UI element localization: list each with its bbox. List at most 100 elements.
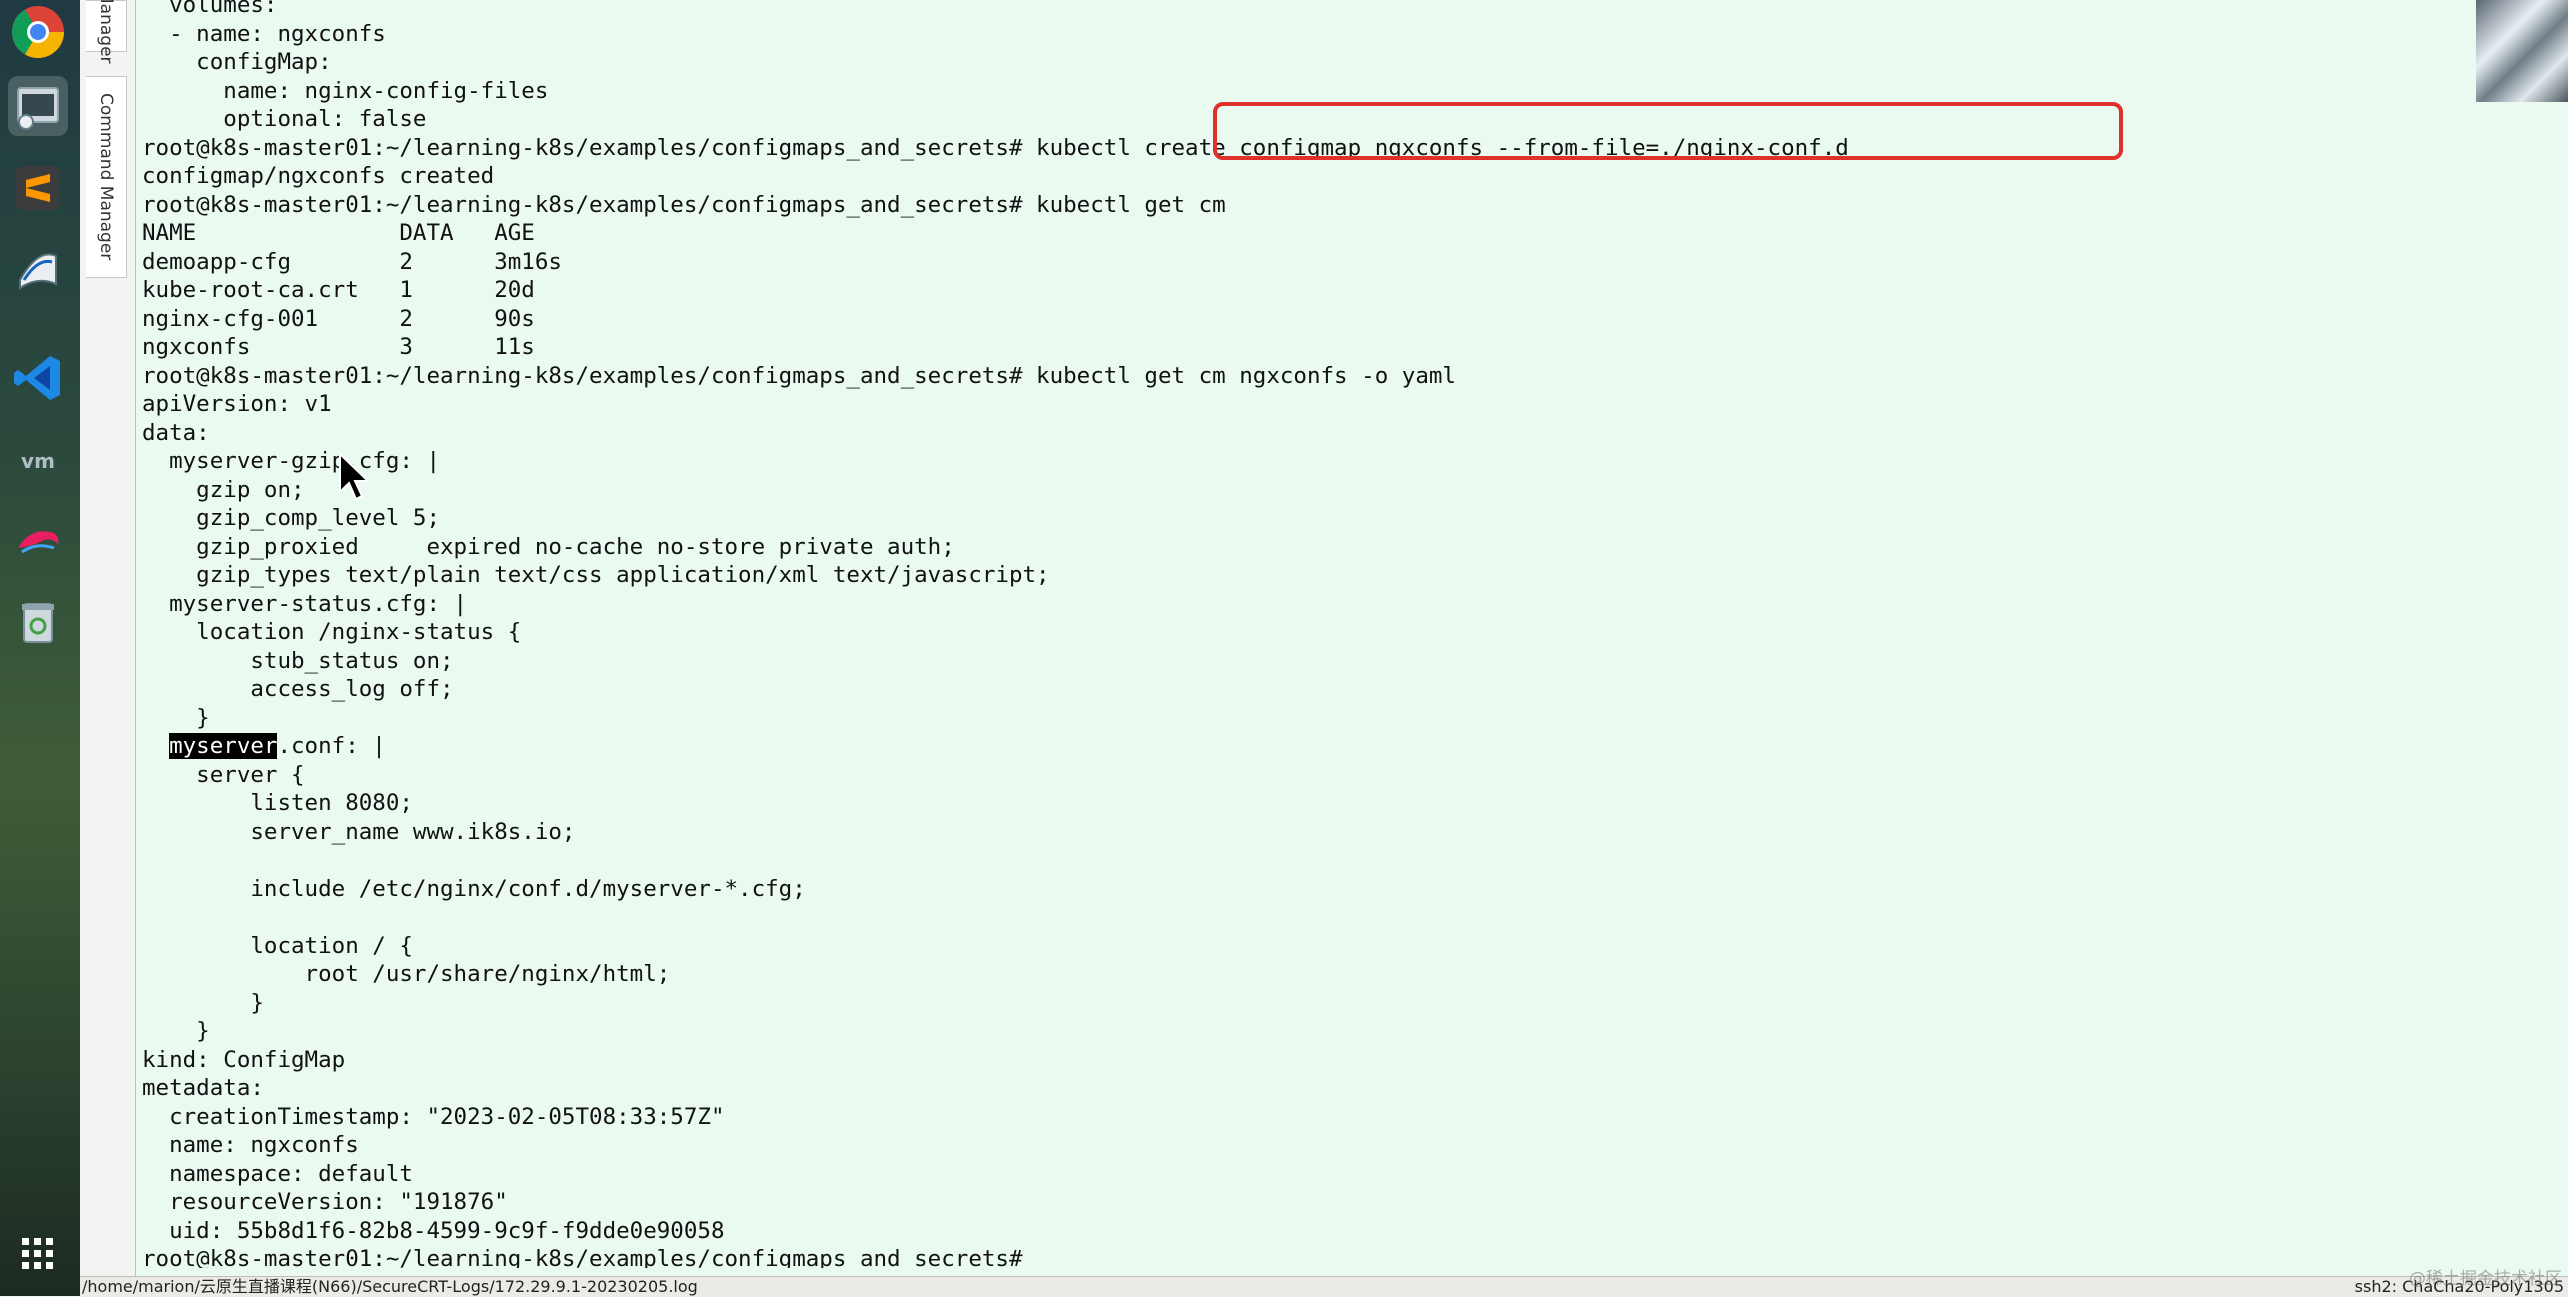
terminal-line-text: demoapp-cfg 2 3m16s	[142, 248, 562, 275]
terminal-line-text: name: ngxconfs	[142, 1132, 359, 1158]
terminal-line-text: server_name www.ik8s.io;	[142, 818, 576, 845]
terminal-line: root@k8s-master01:~/learning-k8s/example…	[142, 191, 1226, 220]
terminal-line: ngxconfs 3 11s	[142, 333, 535, 362]
tab-session-manager-label: Manager	[96, 0, 116, 64]
terminal-line: resourceVersion: "191876"	[142, 1188, 508, 1217]
mouse-cursor-icon	[339, 452, 371, 501]
terminal-line: stub_status on;	[142, 647, 453, 676]
document-viewer-icon[interactable]	[8, 238, 68, 298]
terminal-line: server_name www.ik8s.io;	[142, 818, 575, 847]
terminal-line: configmap/ngxconfs created	[142, 162, 494, 191]
terminal-line: location /nginx-status {	[142, 618, 521, 647]
terminal-line-text: location / {	[142, 932, 413, 959]
securecrt-icon[interactable]	[8, 76, 68, 136]
terminal-line: }	[142, 704, 210, 733]
terminal-line-text: .conf: |	[277, 733, 386, 759]
command-highlight-box	[1213, 102, 2123, 160]
terminal-line-text: data:	[142, 419, 210, 446]
terminal-line: server {	[142, 761, 305, 790]
terminal-line-text: root /usr/share/nginx/html;	[142, 961, 671, 987]
terminal-line-text: root@k8s-master01:~/learning-k8s/example…	[142, 1246, 1023, 1268]
terminal-line-text: nginx-cfg-001 2 90s	[142, 305, 535, 332]
terminal-line: location / {	[142, 932, 413, 961]
svg-text:vm: vm	[21, 449, 55, 473]
terminal-line: configMap:	[142, 48, 332, 77]
vmware-icon[interactable]: vm	[8, 430, 68, 490]
terminal-line-text: resourceVersion: "191876"	[142, 1189, 508, 1215]
tab-command-manager[interactable]: Command Manager	[86, 76, 127, 278]
terminal-line: namespace: default	[142, 1160, 413, 1189]
terminal-line-text: creationTimestamp: "2023-02-05T08:33:57Z…	[142, 1103, 725, 1130]
terminal-line: gzip_types text/plain text/css applicati…	[142, 561, 1050, 590]
terminal-line: gzip on;	[142, 476, 305, 505]
terminal-line: root@k8s-master01:~/learning-k8s/example…	[142, 362, 1456, 391]
terminal-line: kind: ConfigMap	[142, 1046, 345, 1075]
terminal-line: name: nginx-config-files	[142, 77, 548, 106]
terminal-line-text: location /nginx-status {	[142, 619, 522, 645]
sublime-text-icon[interactable]	[8, 158, 68, 218]
terminal-line: apiVersion: v1	[142, 390, 332, 419]
terminal-line-text: configmap/ngxconfs created	[142, 163, 495, 189]
app-grid-icon[interactable]	[8, 1224, 68, 1284]
session-side-panel: Manager Command Manager	[80, 0, 136, 1276]
terminal-line-text: root@k8s-master01:~/learning-k8s/example…	[142, 362, 1456, 389]
selected-text: myserver	[169, 733, 278, 759]
terminal-line: data:	[142, 419, 210, 448]
terminal-line-text	[142, 733, 169, 759]
watermark: @稀土掘金技术社区	[2409, 1269, 2562, 1289]
terminal-line-text: gzip_types text/plain text/css applicati…	[142, 562, 1050, 588]
terminal-line-text: NAME DATA AGE	[142, 220, 535, 246]
terminal-line-text: uid: 55b8d1f6-82b8-4599-9c9f-f9dde0e9005…	[142, 1217, 725, 1244]
terminal-line: gzip_proxied expired no-cache no-store p…	[142, 533, 955, 562]
terminal-line-text: optional: false	[142, 106, 427, 132]
terminal-line-text: kube-root-ca.crt 1 20d	[142, 277, 535, 303]
terminal-line: root /usr/share/nginx/html;	[142, 960, 671, 989]
terminal-line-text: volumes:	[142, 0, 278, 18]
terminal-line-text: gzip_proxied expired no-cache no-store p…	[142, 533, 955, 560]
terminal-output[interactable]: volumes: - name: ngxconfs configMap: nam…	[138, 0, 2568, 1268]
terminal-line-text: ngxconfs 3 11s	[142, 334, 535, 360]
terminal-line: nginx-cfg-001 2 90s	[142, 305, 535, 334]
terminal-line-text: listen 8080;	[142, 790, 413, 816]
terminal-line-text: include /etc/nginx/conf.d/myserver-*.cfg…	[142, 875, 806, 902]
terminal-line-text: - name: ngxconfs	[142, 20, 386, 47]
tab-session-manager[interactable]: Manager	[86, 0, 127, 63]
terminal-line-text: server {	[142, 761, 305, 788]
terminal-line: name: ngxconfs	[142, 1131, 359, 1160]
terminal-line-text: root@k8s-master01:~/learning-k8s/example…	[142, 191, 1226, 218]
terminal-line-text: }	[142, 704, 210, 731]
terminal-line: myserver-gzip.cfg: |	[142, 447, 440, 476]
trash-icon[interactable]	[8, 592, 68, 652]
terminal-line: listen 8080;	[142, 789, 413, 818]
terminal-line-text: gzip_comp_level 5;	[142, 505, 441, 531]
terminal-line: }	[142, 1017, 210, 1046]
terminal-line: volumes:	[142, 0, 277, 20]
terminal-line: access_log off;	[142, 675, 454, 704]
app-dock: vm	[0, 0, 80, 1296]
terminal-line: myserver.conf: |	[142, 732, 386, 761]
terminal-line: myserver-status.cfg: |	[142, 590, 467, 619]
window-thumbnail[interactable]	[2476, 0, 2568, 102]
tab-command-manager-label: Command Manager	[96, 93, 116, 261]
terminal-line: }	[142, 989, 264, 1018]
terminal-line-text: configMap:	[142, 49, 332, 75]
chrome-icon[interactable]	[8, 2, 68, 62]
kali-dragon-icon[interactable]	[8, 510, 68, 570]
terminal-line-text: access_log off;	[142, 676, 454, 702]
terminal-line-text: gzip on;	[142, 476, 305, 503]
terminal-line: uid: 55b8d1f6-82b8-4599-9c9f-f9dde0e9005…	[142, 1217, 724, 1246]
terminal-line: include /etc/nginx/conf.d/myserver-*.cfg…	[142, 875, 806, 904]
terminal-line-text: metadata:	[142, 1075, 264, 1101]
terminal-line-text: kind: ConfigMap	[142, 1046, 346, 1073]
terminal-line-text: }	[142, 989, 264, 1016]
status-bar: /home/marion/云原生直播课程(N66)/SecureCRT-Logs…	[80, 1276, 2568, 1297]
terminal-line-text: myserver-gzip.cfg: |	[142, 448, 441, 474]
vscode-icon[interactable]	[8, 348, 68, 408]
terminal-line: optional: false	[142, 105, 426, 134]
terminal-line: gzip_comp_level 5;	[142, 504, 440, 533]
terminal-line: root@k8s-master01:~/learning-k8s/example…	[142, 1245, 1023, 1268]
terminal-line-text: myserver-status.cfg: |	[142, 590, 468, 617]
log-file-path: /home/marion/云原生直播课程(N66)/SecureCRT-Logs…	[82, 1277, 698, 1296]
terminal-line-text: namespace: default	[142, 1160, 413, 1187]
terminal-line-text: }	[142, 1018, 210, 1044]
